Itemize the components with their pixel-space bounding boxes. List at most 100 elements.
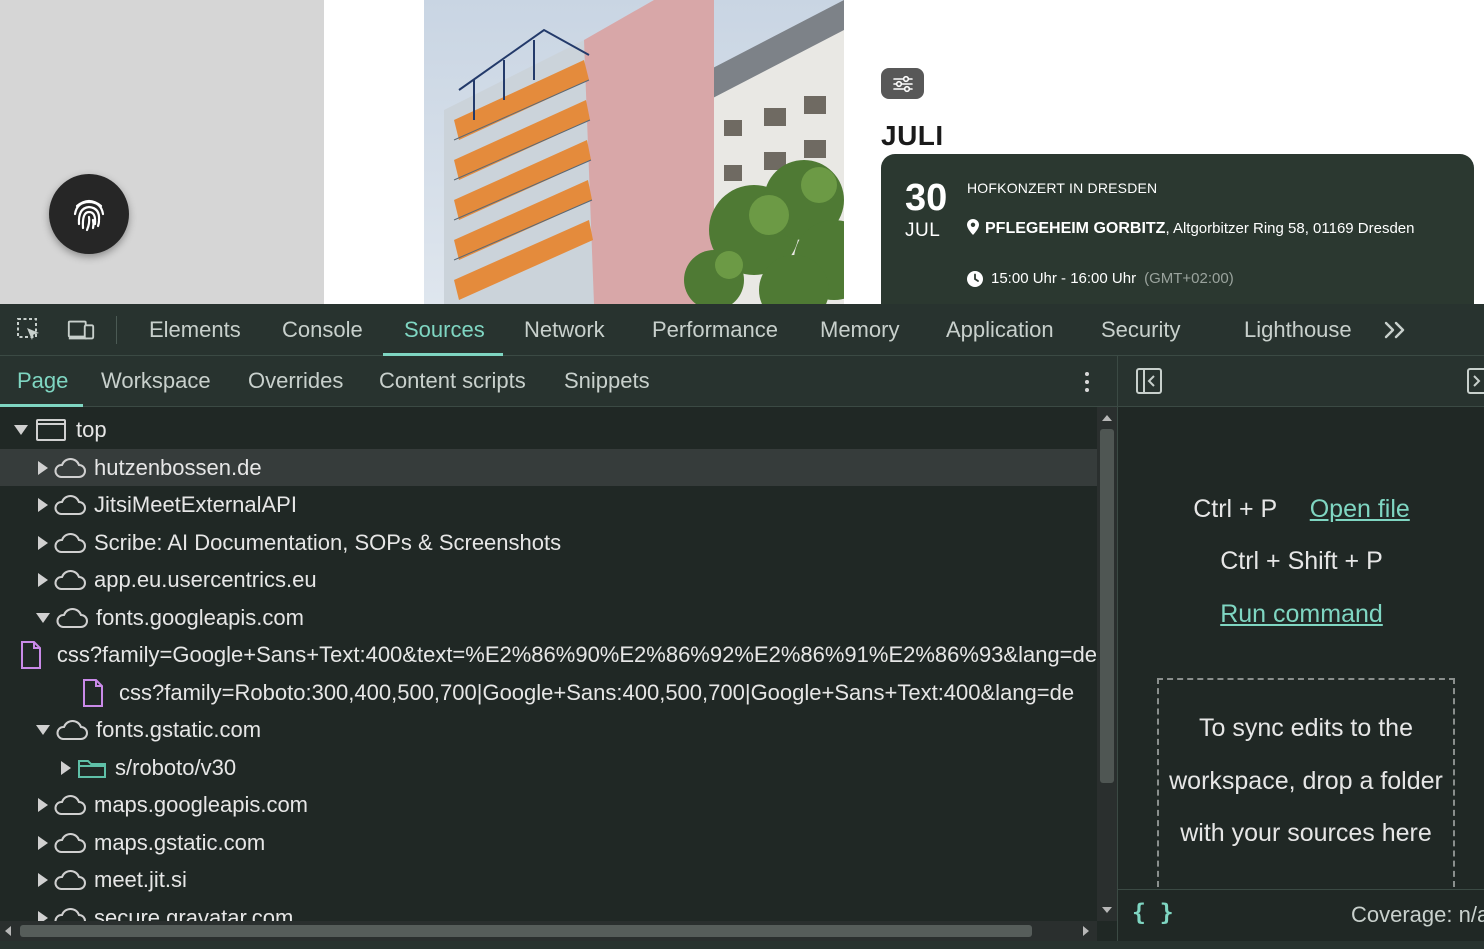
scroll-right-arrow-icon[interactable]	[1083, 926, 1089, 936]
tab-network[interactable]: Network	[524, 304, 605, 356]
expand-arrow-icon[interactable]	[61, 760, 71, 775]
expand-arrow-icon[interactable]	[36, 612, 50, 623]
expand-arrow-icon[interactable]	[38, 497, 48, 512]
horizontal-scrollbar[interactable]	[0, 921, 1097, 941]
devtools-main-toolbar: Elements Console Sources Network Perform…	[0, 304, 1484, 356]
toggle-navigator-icon[interactable]	[1134, 367, 1164, 395]
subtab-snippets[interactable]: Snippets	[564, 356, 650, 407]
tree-row[interactable]: JitsiMeetExternalAPI	[0, 486, 1097, 523]
tab-security[interactable]: Security	[1101, 304, 1180, 356]
expand-arrow-icon[interactable]	[38, 872, 48, 887]
tree-row[interactable]: fonts.googleapis.com	[0, 599, 1097, 636]
tree-row[interactable]: app.eu.usercentrics.eu	[0, 561, 1097, 598]
tree-row[interactable]: css?family=Roboto:300,400,500,700|Google…	[0, 674, 1097, 711]
folder-icon	[77, 757, 107, 779]
map-pin-icon	[967, 219, 979, 235]
coverage-status: Coverage: n/a	[1351, 902, 1484, 927]
event-card[interactable]: 30 JUL HOFKONZERT IN DRESDEN PFLEGEHEIM …	[881, 154, 1474, 304]
tree-row[interactable]: css?family=Google+Sans+Text:400&text=%E2…	[0, 636, 1097, 673]
event-location: PFLEGEHEIM GORBITZ, Altgorbitzer Ring 58…	[967, 216, 1417, 242]
expand-arrow-icon[interactable]	[38, 797, 48, 812]
vertical-scrollbar[interactable]	[1097, 407, 1117, 921]
open-file-shortcut: Ctrl + P	[1193, 495, 1277, 523]
cloud-icon	[52, 569, 86, 591]
open-file-row: Ctrl + P Open file	[1118, 495, 1484, 524]
event-venue: PFLEGEHEIM GORBITZ	[985, 220, 1166, 237]
run-command-link[interactable]: Run command	[1220, 600, 1383, 628]
device-toolbar-icon[interactable]	[66, 316, 96, 344]
cloud-icon	[52, 869, 86, 891]
subtab-page[interactable]: Page	[17, 356, 68, 407]
tab-application[interactable]: Application	[946, 304, 1054, 356]
building-photo	[424, 0, 844, 304]
more-tabs-chevron-icon[interactable]	[1380, 316, 1410, 344]
sources-navigator-toolbar: Page Workspace Overrides Content scripts…	[0, 356, 1117, 407]
more-options-icon[interactable]	[1076, 368, 1098, 396]
expand-arrow-icon[interactable]	[38, 835, 48, 850]
open-file-link[interactable]: Open file	[1310, 495, 1410, 523]
event-address: , Altgorbitzer Ring 58, 01169 Dresden	[1165, 220, 1415, 237]
sources-editor-pane: Ctrl + P Open file Ctrl + Shift + P Run …	[1117, 356, 1484, 941]
subtab-overrides[interactable]: Overrides	[248, 356, 343, 407]
tree-row[interactable]: meet.jit.si	[0, 861, 1097, 898]
expand-arrow-icon[interactable]	[38, 910, 48, 921]
tree-label: app.eu.usercentrics.eu	[94, 566, 317, 592]
tab-sources[interactable]: Sources	[404, 304, 485, 356]
file-tree: top hutzenbossen.de JitsiMeetExternalAPI…	[0, 407, 1097, 921]
inspect-element-icon[interactable]	[14, 316, 44, 344]
tab-memory[interactable]: Memory	[820, 304, 899, 356]
clock-icon	[967, 270, 983, 287]
tab-elements[interactable]: Elements	[149, 304, 241, 356]
tree-label: s/roboto/v30	[115, 754, 237, 780]
event-time: 15:00 Uhr - 16:00 Uhr	[991, 270, 1137, 287]
pretty-print-icon[interactable]: { }	[1132, 900, 1174, 926]
expand-arrow-icon[interactable]	[38, 535, 48, 550]
event-day: 30	[905, 177, 948, 219]
tab-lighthouse[interactable]: Lighthouse	[1244, 304, 1352, 356]
tree-label: top	[76, 416, 107, 442]
scroll-left-arrow-icon[interactable]	[5, 926, 11, 936]
tree-row[interactable]: top	[0, 411, 1097, 448]
cloud-icon	[52, 794, 86, 816]
tree-label: meet.jit.si	[94, 866, 187, 892]
tree-row[interactable]: maps.gstatic.com	[0, 824, 1097, 861]
tree-label: Scribe: AI Documentation, SOPs & Screens…	[94, 529, 562, 555]
sliders-icon	[892, 75, 913, 92]
fingerprint-button[interactable]	[49, 174, 129, 254]
tree-label: hutzenbossen.de	[94, 454, 262, 480]
event-timezone: (GMT+02:00)	[1144, 270, 1234, 287]
tree-label: secure.gravatar.com	[94, 904, 294, 922]
toggle-debugger-icon[interactable]	[1465, 367, 1484, 395]
tree-row[interactable]: s/roboto/v30	[0, 749, 1097, 786]
subtab-workspace[interactable]: Workspace	[101, 356, 211, 407]
expand-arrow-icon[interactable]	[38, 572, 48, 587]
subtab-content-scripts[interactable]: Content scripts	[379, 356, 526, 407]
tree-row[interactable]: maps.googleapis.com	[0, 786, 1097, 823]
tab-console[interactable]: Console	[282, 304, 363, 356]
file-icon	[18, 640, 44, 670]
tree-row[interactable]: Scribe: AI Documentation, SOPs & Screens…	[0, 524, 1097, 561]
expand-arrow-icon[interactable]	[38, 460, 48, 475]
drop-zone-text: To sync edits to the workspace, drop a f…	[1169, 714, 1443, 847]
cloud-icon	[52, 832, 86, 854]
vertical-scrollbar-thumb[interactable]	[1100, 429, 1114, 783]
tree-row[interactable]: hutzenbossen.de	[0, 449, 1097, 486]
scroll-up-arrow-icon[interactable]	[1102, 415, 1112, 421]
horizontal-scrollbar-thumb[interactable]	[20, 925, 1032, 937]
filter-button[interactable]	[881, 68, 924, 99]
event-month: JUL	[905, 220, 941, 241]
scroll-down-arrow-icon[interactable]	[1102, 907, 1112, 913]
cloud-icon	[52, 532, 86, 554]
tree-label: maps.googleapis.com	[94, 791, 309, 817]
tree-label: maps.gstatic.com	[94, 829, 266, 855]
tab-performance[interactable]: Performance	[652, 304, 778, 356]
tree-label: fonts.gstatic.com	[96, 716, 262, 742]
tree-row[interactable]: secure.gravatar.com	[0, 899, 1097, 921]
expand-arrow-icon[interactable]	[36, 724, 50, 735]
tree-row[interactable]: fonts.gstatic.com	[0, 711, 1097, 748]
toolbar-divider	[116, 316, 117, 344]
tree-label: fonts.googleapis.com	[96, 604, 304, 630]
event-title: HOFKONZERT IN DRESDEN	[967, 180, 1158, 196]
fingerprint-icon	[73, 199, 105, 232]
expand-arrow-icon[interactable]	[14, 424, 28, 435]
